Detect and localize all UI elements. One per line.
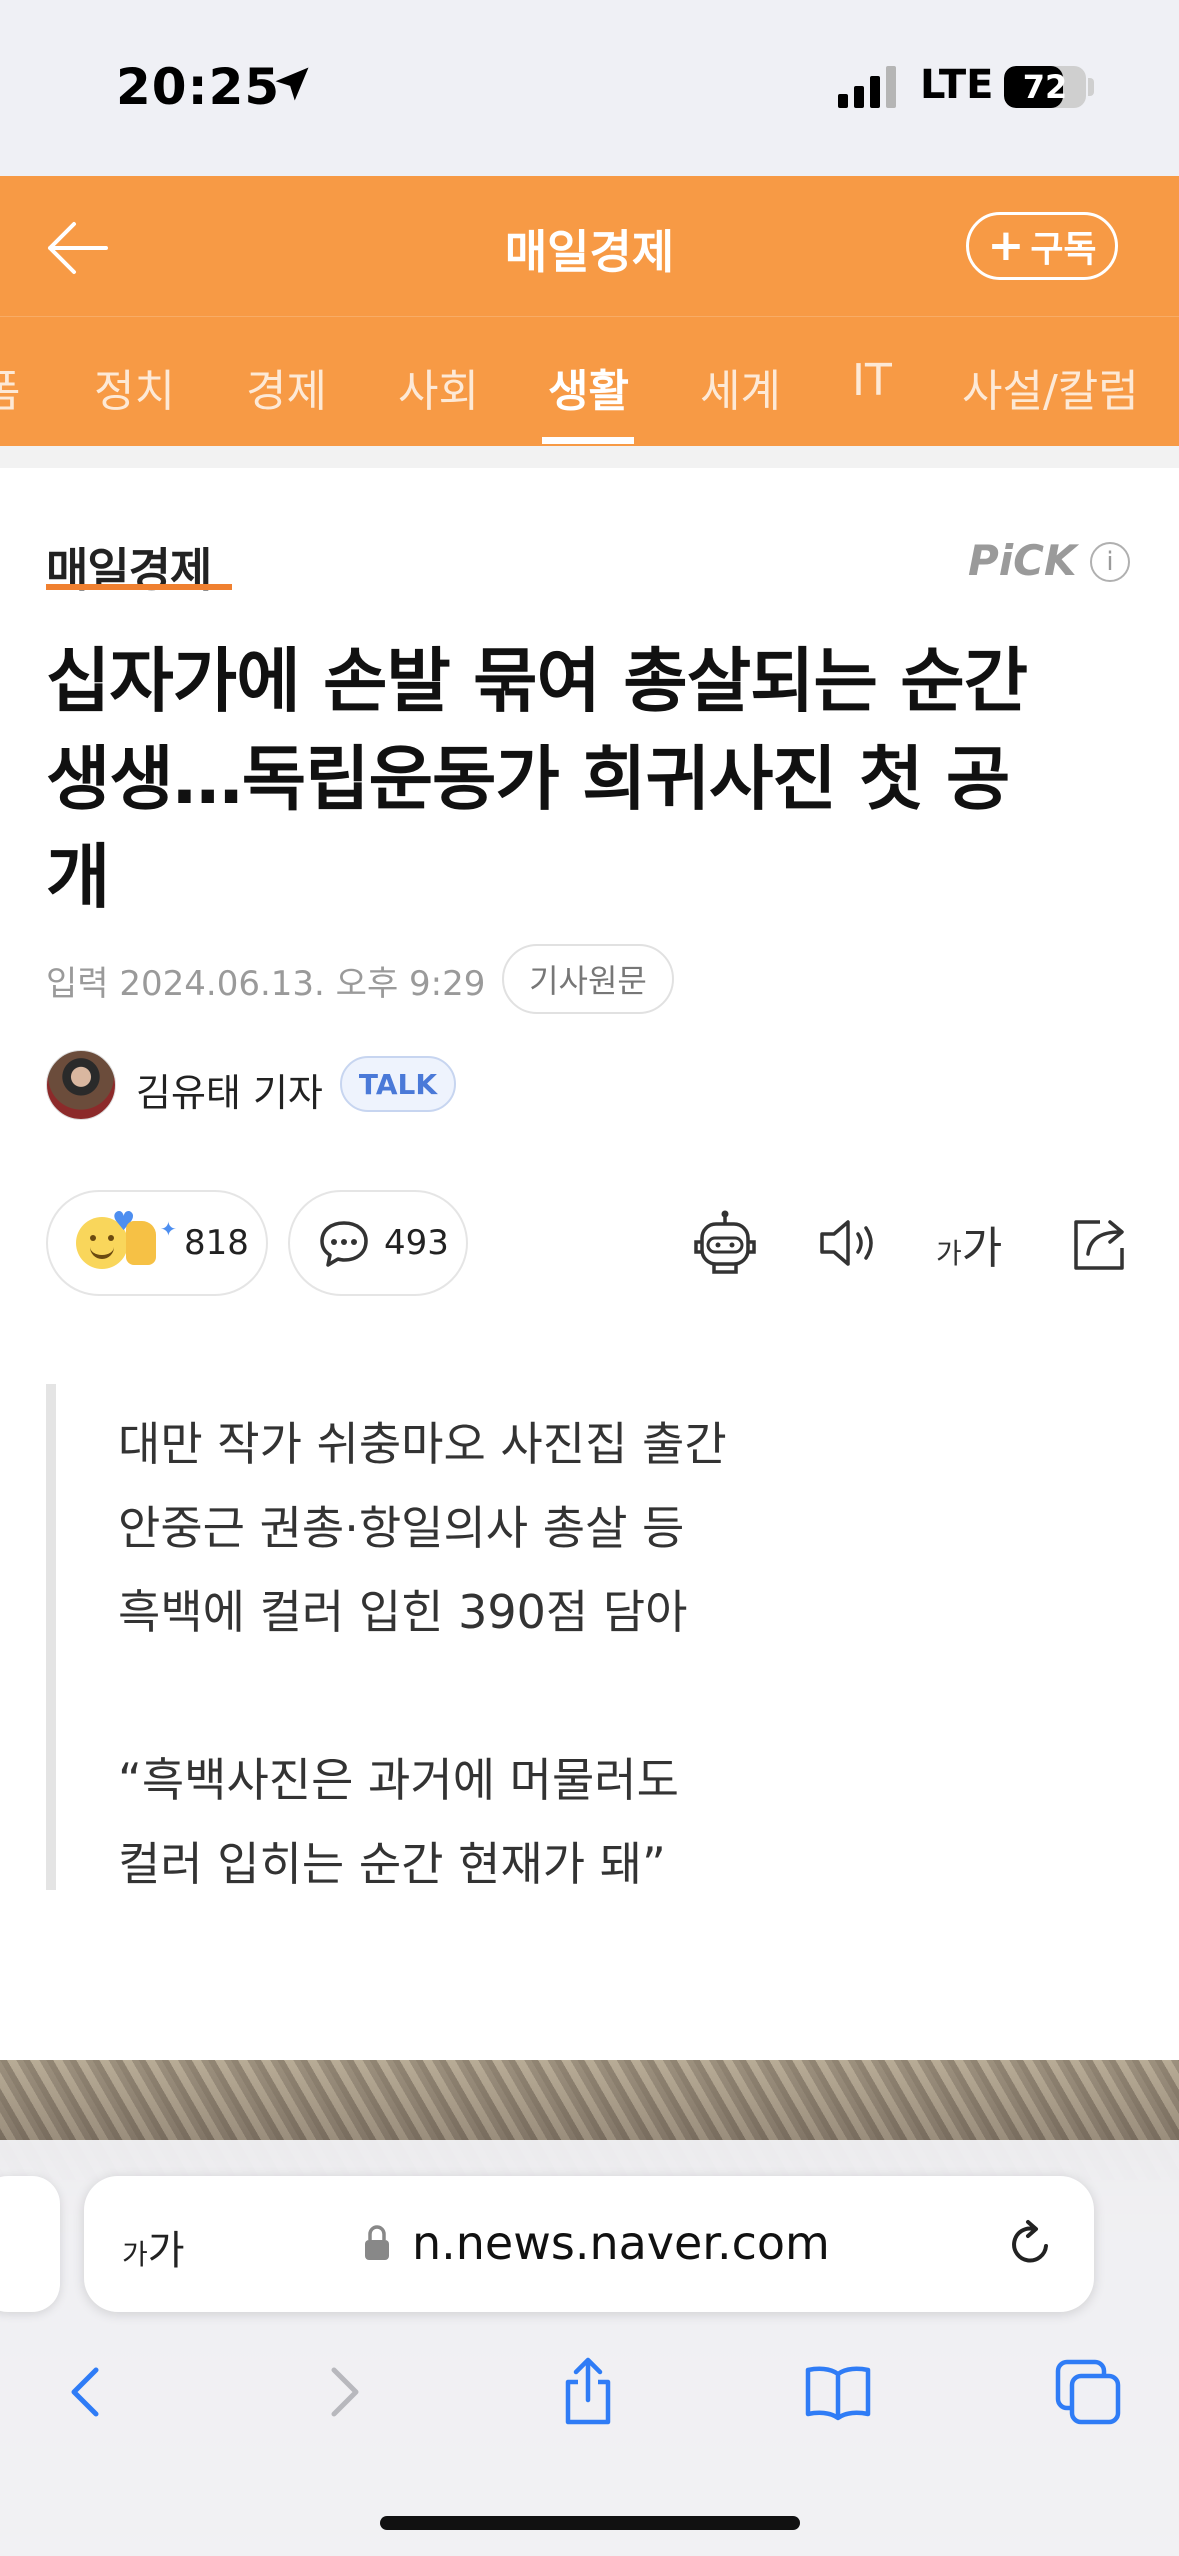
signal-icon (838, 66, 896, 108)
address-bar[interactable]: 가가 n.news.naver.com (84, 2176, 1094, 2312)
battery-icon: 72 (1004, 66, 1086, 108)
tab-partial[interactable]: 폼 (0, 355, 20, 419)
url-text[interactable]: n.news.naver.com (412, 2216, 830, 2270)
previous-tab-preview[interactable] (0, 2176, 60, 2312)
location-arrow-icon (275, 67, 309, 101)
comment-count: 493 (384, 1223, 449, 1263)
headline-line: 개 (46, 836, 110, 918)
original-article-button[interactable]: 기사원문 (502, 944, 674, 1014)
home-indicator[interactable] (380, 2516, 800, 2530)
chevron-left-icon[interactable] (52, 2356, 124, 2428)
status-bar: 20:25 LTE 72 (0, 0, 1179, 176)
robot-icon[interactable] (690, 1208, 760, 1278)
tab-society[interactable]: 사회 (398, 355, 479, 419)
reaction-count: 818 (184, 1223, 249, 1263)
headline-line: 십자가에 손발 묶여 총살되는 순간 (46, 640, 1028, 722)
date-value: 2024.06.13. 오후 9:29 (119, 964, 486, 1004)
tab-life[interactable]: 생활 (548, 355, 629, 419)
chevron-right-icon[interactable] (306, 2356, 378, 2428)
font-size-button[interactable]: 가가 (936, 1212, 1002, 1276)
speech-bubble-icon (320, 1221, 368, 1267)
summary-line: 흑백에 컬러 입힌 390점 담아 (118, 1585, 688, 1639)
reaction-button[interactable]: ♥ ✦ 818 (46, 1190, 268, 1296)
category-tabs: 폼 정치 경제 사회 생활 세계 IT 사설/칼럼 (0, 316, 1179, 446)
pick-badge: PiCK (968, 536, 1077, 585)
share-icon[interactable] (552, 2356, 624, 2428)
summary-line: “흑백사진은 과거에 머물러도 (118, 1753, 679, 1807)
summary-spacer (118, 1654, 1136, 1738)
article-date: 입력 2024.06.13. 오후 9:29 (46, 956, 485, 1005)
aa-big: 가 (147, 2228, 185, 2274)
divider (0, 446, 1179, 468)
font-size-big: 가 (961, 1223, 1003, 1274)
tab-editorial[interactable]: 사설/칼럼 (962, 355, 1139, 419)
bookmarks-icon[interactable] (802, 2356, 874, 2428)
info-icon[interactable]: i (1090, 542, 1130, 582)
font-size-small: 가 (936, 1237, 962, 1270)
status-time: 20:25 (116, 58, 281, 116)
reaction-emoji-icon: ♥ ✦ (76, 1207, 177, 1273)
date-label: 입력 (46, 964, 109, 1004)
network-type: LTE (920, 62, 994, 108)
tabs-icon[interactable] (1052, 2356, 1124, 2428)
article-summary: 대만 작가 쉬충마오 사진집 출간 안중근 권총·항일의사 총살 등 흑백에 컬… (46, 1384, 1136, 1891)
reporter-avatar[interactable] (46, 1050, 116, 1120)
tab-world[interactable]: 세계 (700, 355, 781, 419)
headline-line: 생생…독립운동가 희귀사진 첫 공 (46, 738, 1010, 820)
tab-it[interactable]: IT (852, 355, 892, 406)
battery-cap (1088, 78, 1094, 96)
summary-line: 안중근 권총·항일의사 총살 등 (118, 1501, 685, 1555)
summary-line: 컬러 입히는 순간 현재가 돼” (118, 1837, 666, 1891)
battery-level: 72 (1022, 68, 1068, 106)
aa-small: 가 (122, 2238, 148, 2271)
plus-icon: + (987, 220, 1025, 271)
summary-line: 대만 작가 쉬충마오 사진집 출간 (118, 1417, 727, 1471)
press-header: 매일경제 + 구독 (0, 176, 1179, 316)
lock-icon (365, 2225, 389, 2260)
comment-button[interactable]: 493 (288, 1190, 468, 1296)
press-logo[interactable]: 매일경제 (46, 534, 212, 600)
article-headline: 십자가에 손발 묶여 총살되는 순간 생생…독립운동가 희귀사진 첫 공 개 (46, 632, 1146, 926)
active-tab-indicator (542, 437, 634, 444)
share-icon[interactable] (1064, 1208, 1134, 1278)
reload-icon[interactable] (1002, 2216, 1058, 2272)
subscribe-button[interactable]: + 구독 (966, 212, 1118, 280)
talk-badge[interactable]: TALK (340, 1056, 456, 1112)
reporter-name[interactable]: 김유태 기자 (136, 1062, 323, 1117)
subscribe-label: 구독 (1030, 229, 1097, 270)
press-logo-underline (46, 584, 232, 590)
page-settings-button[interactable]: 가가 (122, 2218, 185, 2276)
speaker-icon[interactable] (812, 1208, 882, 1278)
tab-economy[interactable]: 경제 (246, 355, 327, 419)
tab-politics[interactable]: 정치 (94, 355, 175, 419)
